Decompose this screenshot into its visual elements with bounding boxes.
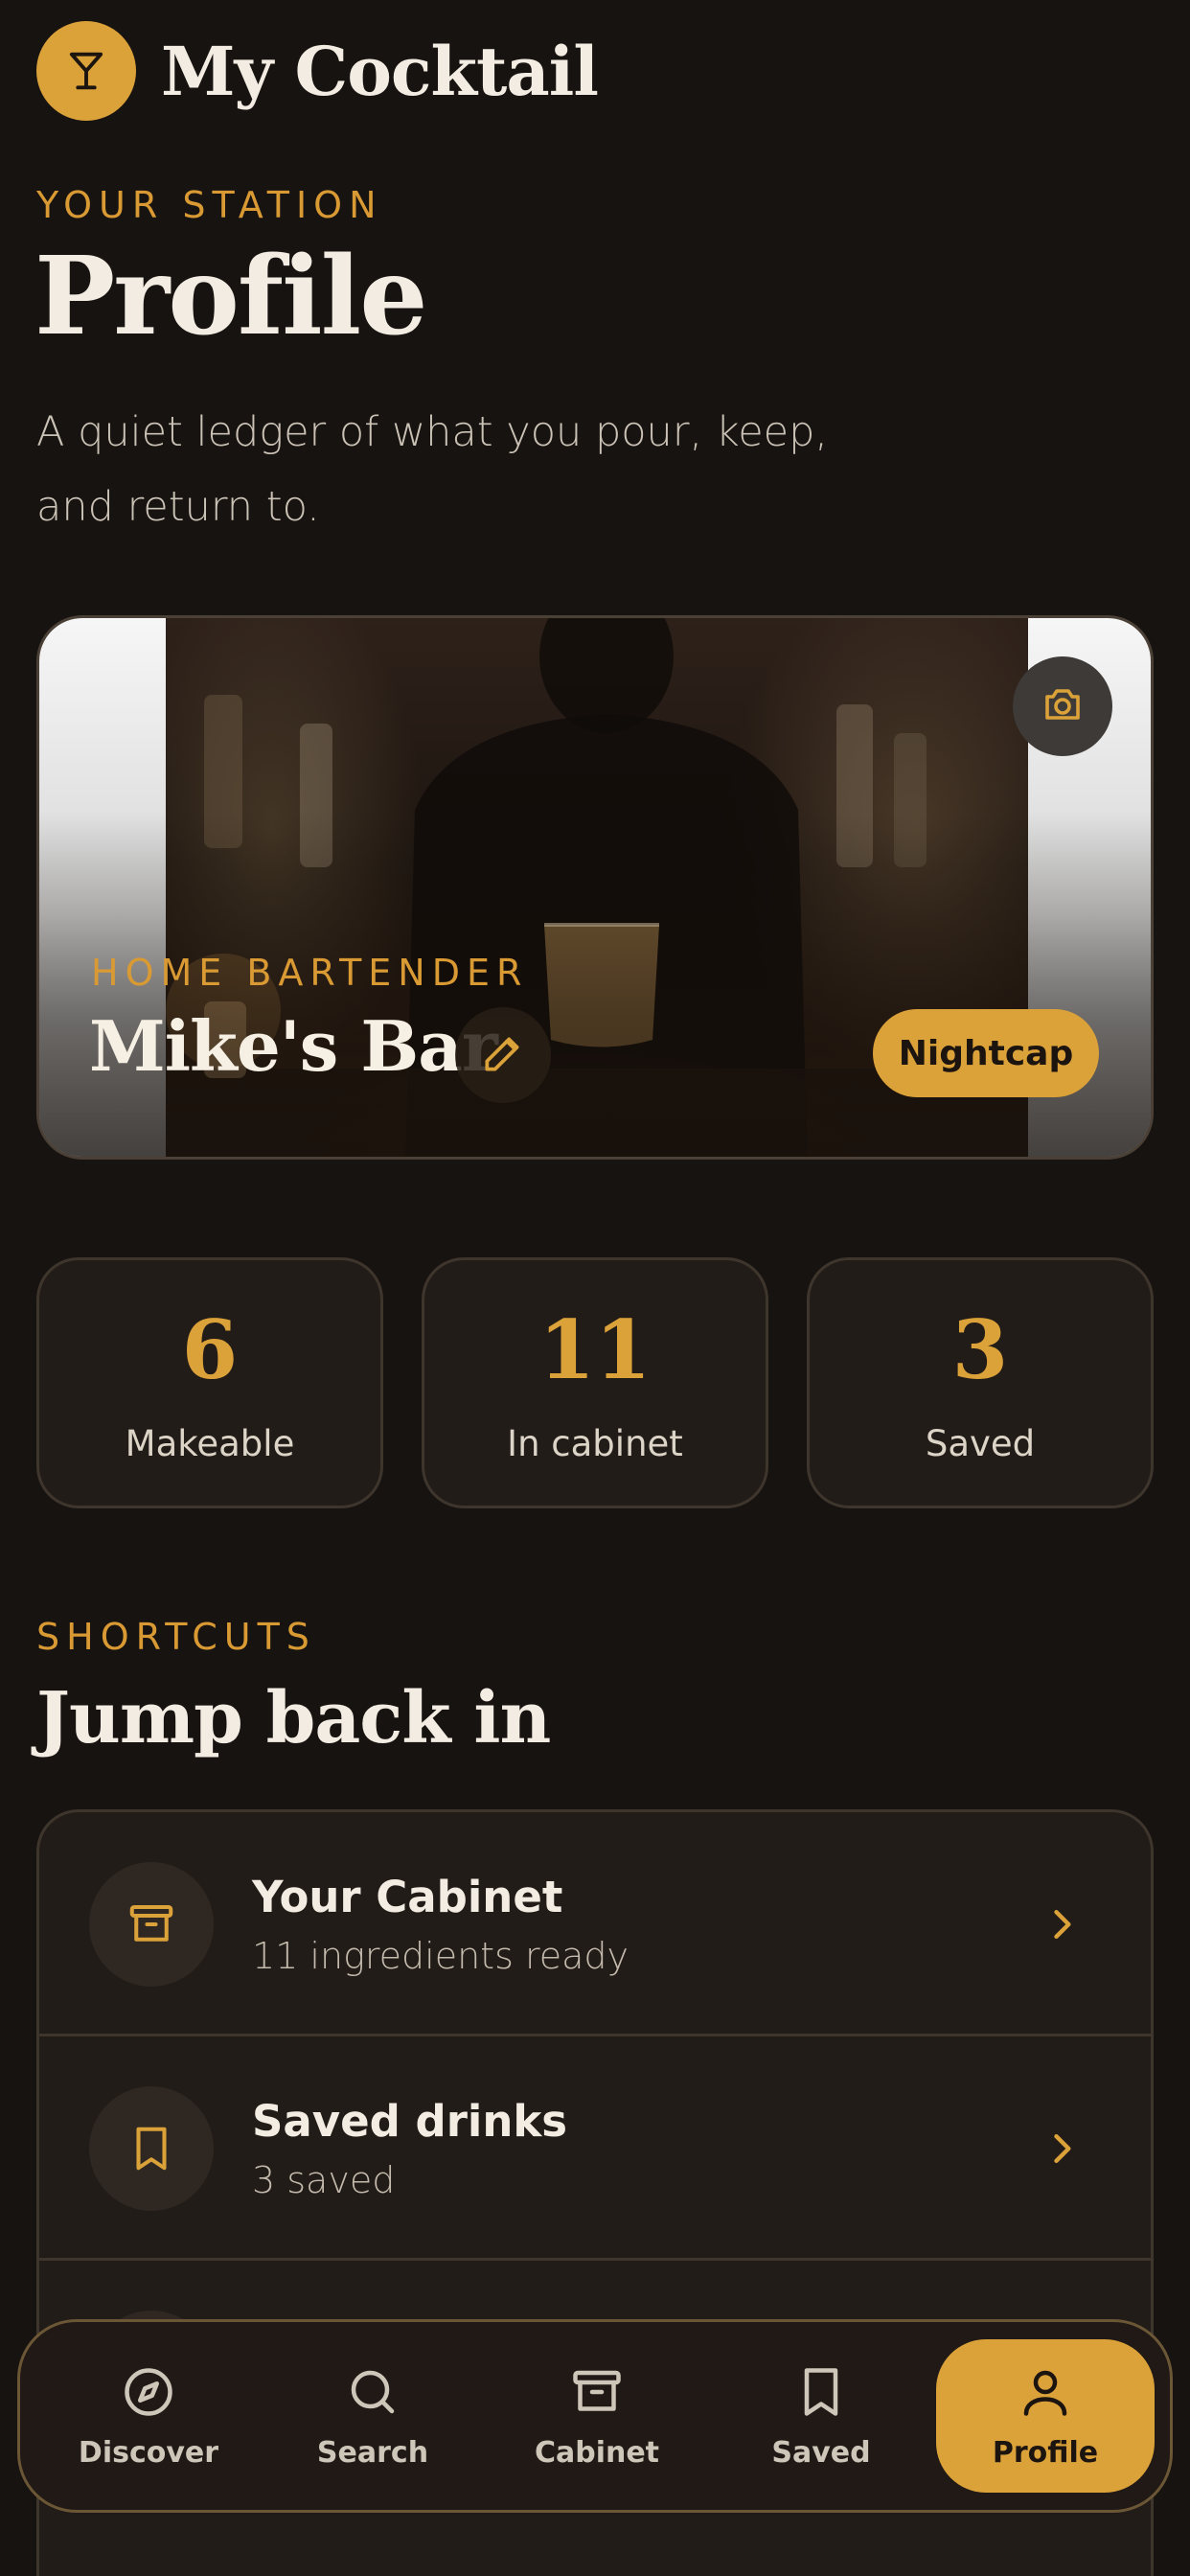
profile-role: HOME BARTENDER	[91, 952, 529, 994]
stat-makeable[interactable]: 6 Makeable	[36, 1257, 383, 1508]
shortcut-subtitle: 11 ingredients ready	[252, 1935, 629, 1977]
page-subtitle: A quiet ledger of what you pour, keep, a…	[36, 408, 829, 531]
shortcut-title: Your Cabinet	[252, 1872, 563, 1922]
nav-search[interactable]: Search	[277, 2339, 469, 2493]
shortcut-saved-drinks[interactable]: Saved drinks 3 saved	[39, 2036, 1151, 2261]
stat-label: Saved	[925, 1423, 1036, 1464]
bookmark-icon	[792, 2363, 850, 2425]
change-photo-button[interactable]	[1013, 656, 1112, 756]
profile-badge-button[interactable]: Nightcap	[873, 1009, 1099, 1097]
profile-name: Mike's Bar	[89, 1005, 498, 1087]
stat-value: 6	[181, 1302, 239, 1397]
camera-icon	[1040, 681, 1086, 731]
nav-saved[interactable]: Saved	[725, 2339, 917, 2493]
compass-icon	[120, 2363, 177, 2425]
profile-screen: My Cocktail YOUR STATION Profile A quiet…	[0, 0, 1190, 2576]
nav-label: Profile	[992, 2435, 1099, 2470]
bookmark-icon	[89, 2086, 214, 2211]
archive-box-icon	[89, 1862, 214, 1987]
cocktail-glass-icon	[36, 21, 136, 121]
bottom-nav: Discover Search Cabinet Saved Profile	[17, 2319, 1173, 2513]
shortcut-subtitle: 3 saved	[252, 2159, 396, 2201]
nav-label: Search	[316, 2435, 429, 2470]
pencil-icon	[479, 1029, 527, 1081]
stat-saved[interactable]: 3 Saved	[807, 1257, 1154, 1508]
nav-discover[interactable]: Discover	[53, 2339, 244, 2493]
nav-label: Discover	[78, 2435, 219, 2470]
user-icon	[1017, 2363, 1074, 2425]
stat-label: In cabinet	[507, 1423, 683, 1464]
stat-value: 11	[538, 1302, 652, 1397]
app-title: My Cocktail	[161, 31, 599, 111]
nav-profile[interactable]: Profile	[936, 2339, 1155, 2493]
edit-name-button[interactable]	[455, 1007, 551, 1103]
chevron-right-icon	[1028, 2115, 1095, 2182]
stat-value: 3	[951, 1302, 1009, 1397]
profile-hero-card: HOME BARTENDER Mike's Bar Nightcap	[36, 615, 1154, 1160]
stat-in-cabinet[interactable]: 11 In cabinet	[422, 1257, 768, 1508]
nav-label: Cabinet	[534, 2435, 660, 2470]
page-title: Profile	[34, 234, 427, 359]
search-icon	[344, 2363, 401, 2425]
chevron-right-icon	[1028, 1891, 1095, 1958]
nav-cabinet[interactable]: Cabinet	[501, 2339, 693, 2493]
stat-label: Makeable	[125, 1423, 295, 1464]
shortcut-cabinet[interactable]: Your Cabinet 11 ingredients ready	[39, 1812, 1151, 2036]
section-eyebrow: YOUR STATION	[36, 184, 383, 226]
archive-box-icon	[568, 2363, 626, 2425]
app-header: My Cocktail	[36, 21, 599, 121]
shortcuts-title: Jump back in	[36, 1677, 551, 1760]
shortcuts-eyebrow: SHORTCUTS	[36, 1616, 316, 1658]
shortcut-title: Saved drinks	[252, 2096, 568, 2147]
nav-label: Saved	[771, 2435, 871, 2470]
